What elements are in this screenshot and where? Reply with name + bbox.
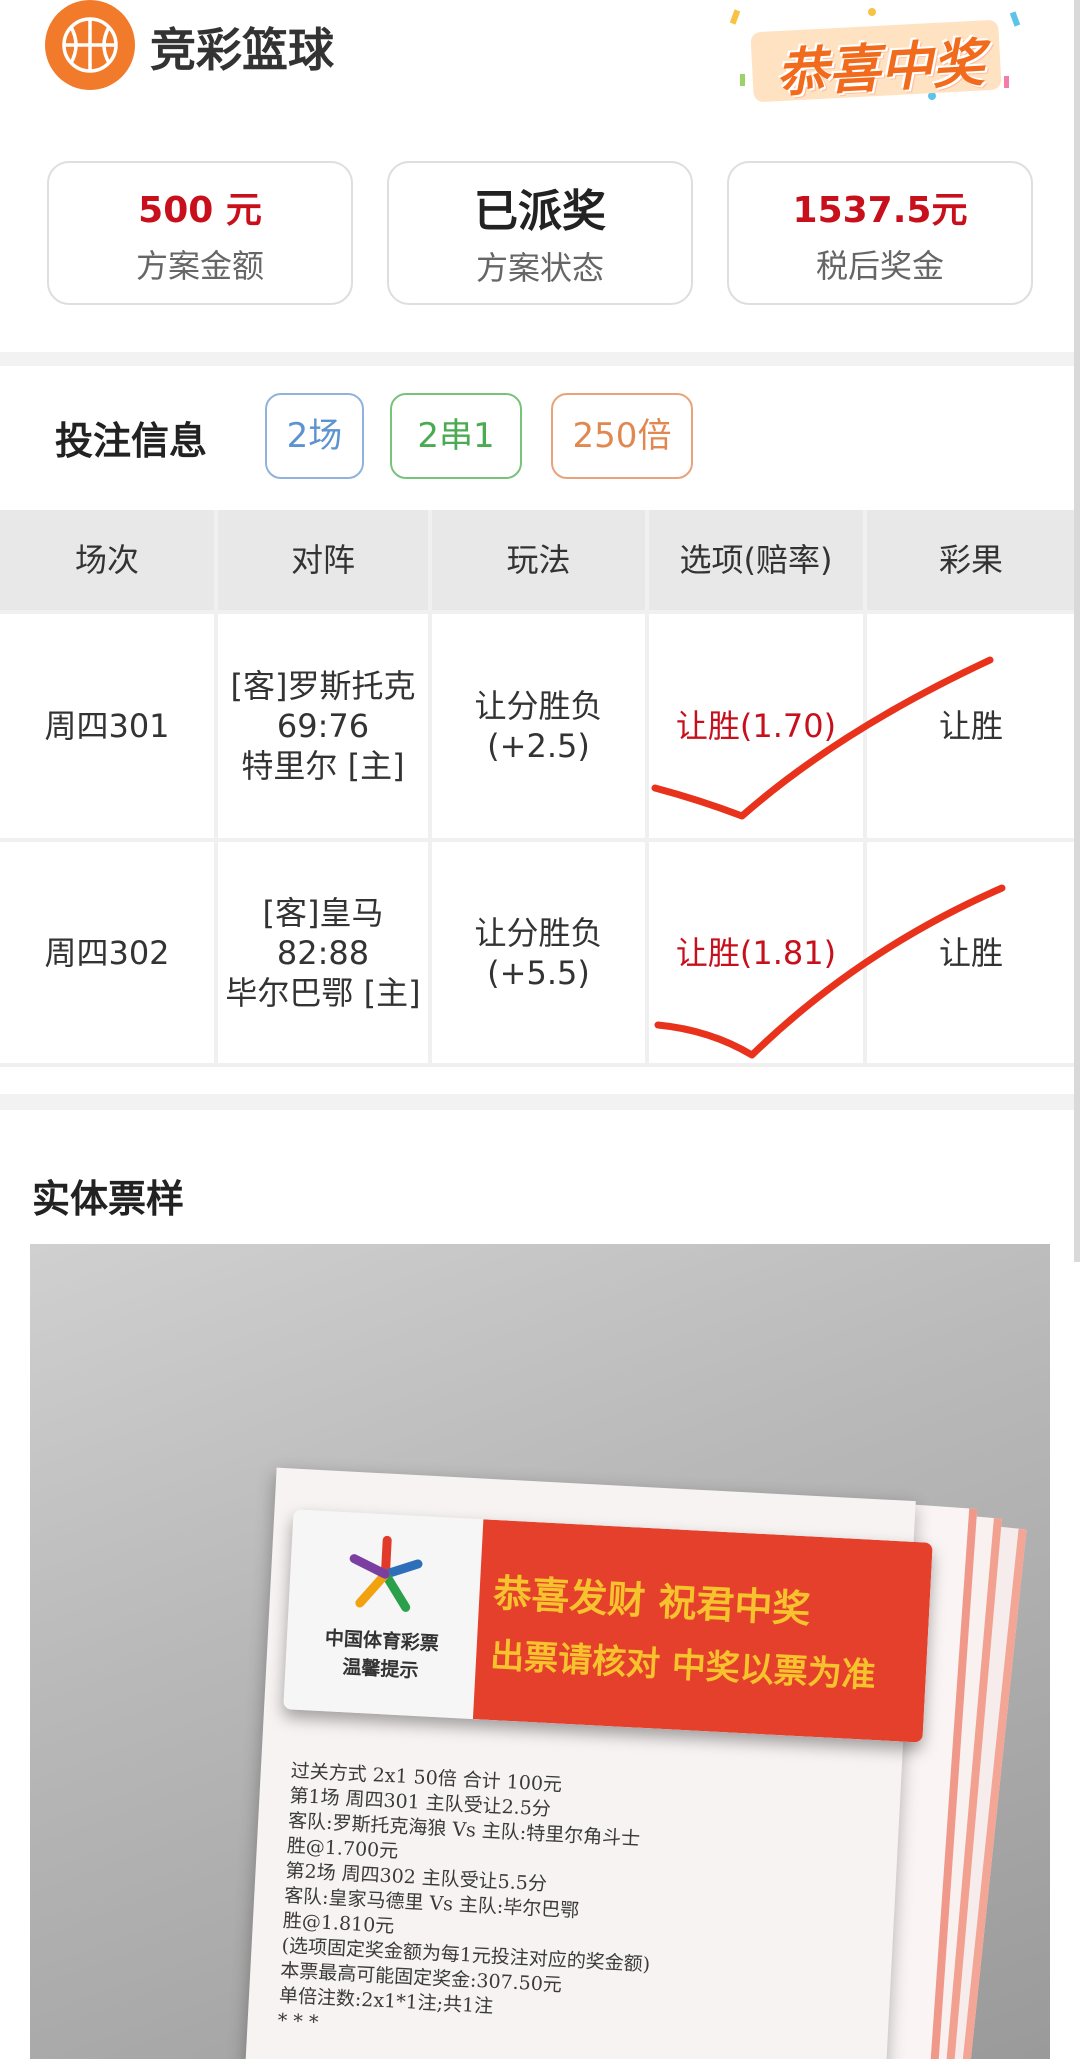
play-type-cell: 让分胜负 (+2.5) — [432, 614, 645, 838]
scrollbar[interactable] — [1074, 0, 1080, 1262]
header-match-no: 场次 — [0, 510, 214, 610]
plan-amount-card: 500 元 方案金额 — [47, 161, 353, 305]
plan-status-card: 已派奖 方案状态 — [387, 161, 693, 305]
match-score: 82:88 — [276, 933, 370, 972]
basketball-icon — [45, 0, 135, 90]
multiplier-tag: 250倍 — [551, 393, 693, 479]
away-team: [客]罗斯托克 — [230, 667, 416, 705]
plan-amount-value: 500 元 — [138, 190, 262, 231]
plan-status-label: 方案状态 — [475, 249, 604, 287]
result-cell: 让胜 — [938, 933, 1003, 972]
section-divider — [0, 352, 1080, 366]
sports-lottery-logo-icon — [349, 1535, 423, 1612]
play-type: 让分胜负 — [474, 687, 603, 725]
home-team: 特里尔 [主] — [241, 747, 405, 785]
ticket-text: 过关方式 2x1 50倍 合计 100元 第1场 周四301 主队受让2.5分 … — [277, 1759, 791, 2059]
congrats-text: 恭喜中奖 — [774, 33, 986, 105]
match-score: 69:76 — [276, 707, 370, 745]
home-team: 毕尔巴鄂 [主] — [225, 973, 421, 1012]
ticket-photo: 过关方式 2x1 50倍 合计 100元 第1场 周四301 主队受让2.5分 … — [30, 1244, 1050, 2059]
header-matchup: 对阵 — [218, 510, 428, 610]
match-no-cell: 周四302 — [44, 933, 170, 972]
acrylic-plaque: 中国体育彩票 温馨提示 恭喜发财 祝君中奖 出票请核对 中奖以票为准 — [283, 1509, 933, 1743]
app-title: 竞彩篮球 — [150, 23, 334, 77]
match-no-cell: 周四301 — [44, 707, 170, 745]
header-play-type: 玩法 — [432, 510, 645, 610]
congrats-badge: 恭喜中奖 — [722, 4, 1032, 104]
option-odds-cell: 让胜(1.70) — [675, 707, 837, 745]
match-count-tag: 2场 — [265, 393, 364, 479]
header-result: 彩果 — [867, 510, 1075, 610]
plaque-line2: 出票请核对 中奖以票为准 — [489, 1635, 877, 1697]
after-tax-prize-card: 1537.5元 税后奖金 — [727, 161, 1033, 305]
matchup-cell: [客]罗斯托克 69:76 特里尔 [主] — [218, 614, 428, 838]
plan-status-value: 已派奖 — [474, 186, 606, 237]
matchup-cell: [客]皇马 82:88 毕尔巴鄂 [主] — [218, 842, 428, 1063]
plan-amount-label: 方案金额 — [135, 247, 264, 285]
result-cell: 让胜 — [938, 707, 1003, 745]
parlay-type-tag: 2串1 — [390, 393, 522, 479]
option-odds-cell: 让胜(1.81) — [675, 933, 837, 972]
app-header: 竞彩篮球 恭喜中奖 — [0, 0, 1080, 120]
after-tax-prize-value: 1537.5元 — [792, 190, 968, 231]
away-team: [客]皇马 — [262, 893, 384, 932]
section-divider — [0, 1094, 1080, 1110]
play-type: 让分胜负 — [474, 913, 603, 952]
bet-table: 场次 对阵 玩法 选项(赔率) 彩果 周四301 [客]罗斯托克 69:76 特… — [0, 510, 1075, 1067]
handicap: (+2.5) — [487, 727, 590, 765]
ticket-sample-title: 实体票样 — [32, 1177, 185, 1221]
play-type-cell: 让分胜负 (+5.5) — [432, 842, 645, 1063]
handicap: (+5.5) — [487, 953, 590, 992]
bet-info-title: 投注信息 — [55, 419, 208, 463]
after-tax-prize-label: 税后奖金 — [815, 247, 944, 285]
plaque-line1: 恭喜发财 祝君中奖 — [492, 1570, 812, 1632]
header-option-odds: 选项(赔率) — [649, 510, 863, 610]
